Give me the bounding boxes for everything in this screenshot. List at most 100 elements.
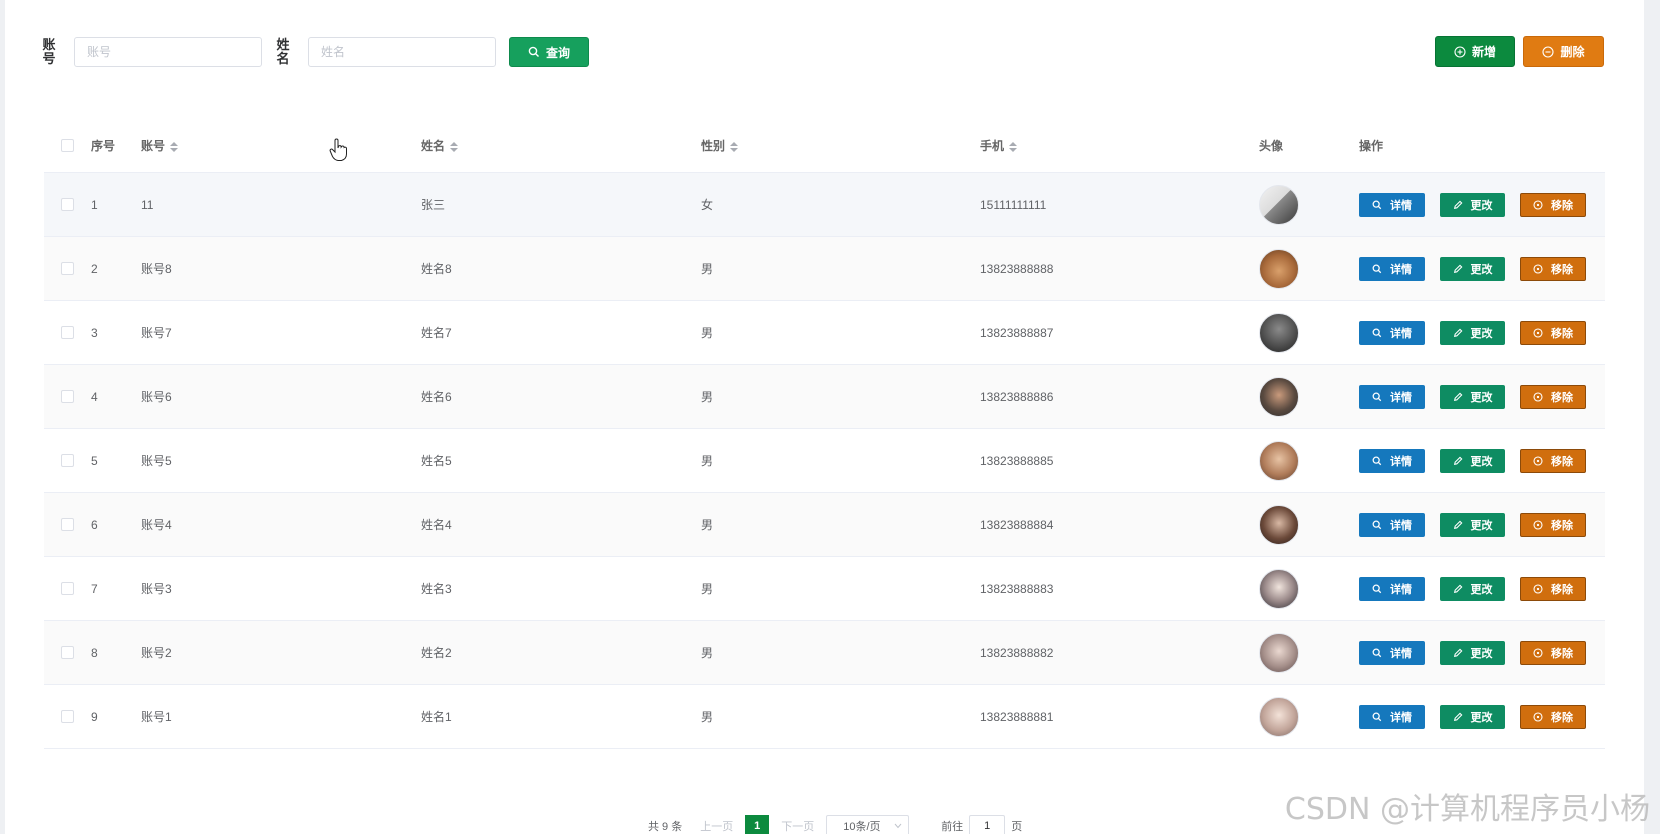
remove-button[interactable]: 移除	[1520, 256, 1586, 281]
remove-button[interactable]: 移除	[1520, 704, 1586, 729]
edit-button-label: 更改	[1470, 327, 1493, 340]
detail-button[interactable]: 详情	[1359, 320, 1425, 345]
row-phone: 13823888885	[980, 453, 1054, 468]
avatar[interactable]	[1259, 248, 1299, 289]
avatar[interactable]	[1259, 504, 1299, 545]
remove-button[interactable]: 移除	[1520, 576, 1586, 601]
watermark: CSDN @计算机程序员小杨	[1284, 792, 1650, 827]
row-gender: 男	[701, 262, 714, 276]
table-row: 3 账号7 姓名7 男 13823888887 详情 更改 移除	[44, 301, 1605, 365]
remove-button[interactable]: 移除	[1520, 512, 1586, 537]
detail-button[interactable]: 详情	[1359, 576, 1425, 601]
remove-button[interactable]: 移除	[1520, 640, 1586, 665]
row-index: 1	[91, 197, 98, 212]
edit-button[interactable]: 更改	[1440, 192, 1505, 217]
remove-button-label: 移除	[1551, 647, 1573, 660]
detail-button[interactable]: 详情	[1359, 704, 1425, 729]
row-gender: 男	[701, 518, 714, 532]
account-label: 账号	[42, 37, 56, 66]
select-all-checkbox[interactable]	[61, 139, 74, 152]
remove-circle-icon	[1533, 647, 1543, 658]
chevron-down-icon	[894, 823, 902, 829]
row-actions: 详情 更改 移除	[1359, 384, 1586, 409]
account-search-input[interactable]	[74, 37, 262, 67]
sort-caret-icon[interactable]	[450, 141, 459, 152]
edit-button-label: 更改	[1470, 199, 1493, 212]
row-account: 账号4	[141, 518, 172, 532]
edit-button[interactable]: 更改	[1440, 640, 1505, 665]
add-button[interactable]: 新增	[1435, 36, 1515, 67]
avatar[interactable]	[1259, 312, 1299, 353]
row-checkbox[interactable]	[61, 710, 74, 723]
row-phone: 15111111111	[980, 197, 1047, 212]
delete-button[interactable]: 删除	[1523, 36, 1604, 67]
sort-caret-icon[interactable]	[170, 141, 179, 152]
avatar[interactable]	[1259, 376, 1299, 417]
search-icon	[1372, 456, 1382, 465]
name-label: 姓名	[276, 37, 290, 66]
row-checkbox[interactable]	[61, 390, 74, 403]
page-size-select[interactable]: 10条/页	[826, 815, 910, 834]
remove-button-label: 移除	[1551, 583, 1573, 596]
right-scroll-gutter	[1644, 0, 1660, 834]
row-account: 账号6	[141, 390, 172, 404]
row-index: 8	[91, 645, 98, 660]
detail-button[interactable]: 详情	[1359, 448, 1425, 473]
row-checkbox[interactable]	[61, 198, 74, 211]
avatar[interactable]	[1259, 696, 1299, 737]
row-checkbox[interactable]	[61, 326, 74, 339]
remove-button[interactable]: 移除	[1520, 192, 1586, 217]
edit-button[interactable]: 更改	[1440, 576, 1505, 601]
edit-button[interactable]: 更改	[1440, 320, 1505, 345]
search-icon	[1372, 648, 1382, 657]
query-button[interactable]: 查询	[509, 37, 589, 67]
header-gender-label: 性别	[701, 139, 726, 153]
remove-button[interactable]: 移除	[1520, 320, 1586, 345]
header-account[interactable]: 账号	[141, 137, 421, 154]
edit-button-label: 更改	[1470, 583, 1493, 596]
detail-button[interactable]: 详情	[1359, 640, 1425, 665]
goto-page-input[interactable]: 1	[969, 815, 1006, 834]
next-page-button[interactable]: 下一页	[781, 818, 814, 834]
avatar[interactable]	[1259, 184, 1299, 225]
row-checkbox[interactable]	[61, 518, 74, 531]
edit-button[interactable]: 更改	[1440, 704, 1505, 729]
avatar[interactable]	[1259, 632, 1299, 673]
sort-caret-icon[interactable]	[1009, 141, 1018, 152]
search-icon	[1372, 264, 1382, 273]
detail-button[interactable]: 详情	[1359, 512, 1425, 537]
header-gender[interactable]: 性别	[701, 137, 980, 154]
row-checkbox[interactable]	[61, 262, 74, 275]
header-name[interactable]: 姓名	[421, 137, 701, 154]
edit-button[interactable]: 更改	[1440, 448, 1505, 473]
search-icon	[1372, 200, 1382, 209]
row-name: 张三	[421, 198, 446, 212]
add-button-label: 新增	[1471, 45, 1496, 59]
name-search-input[interactable]	[308, 37, 496, 67]
sort-caret-icon[interactable]	[730, 141, 739, 152]
row-index: 2	[91, 261, 98, 276]
hand-cursor-icon	[329, 138, 347, 161]
detail-button[interactable]: 详情	[1359, 192, 1425, 217]
detail-button[interactable]: 详情	[1359, 384, 1425, 409]
edit-button[interactable]: 更改	[1440, 256, 1505, 281]
search-icon	[1372, 712, 1382, 721]
prev-page-button[interactable]: 上一页	[700, 818, 733, 834]
row-gender: 男	[701, 390, 714, 404]
avatar[interactable]	[1259, 568, 1299, 609]
detail-button[interactable]: 详情	[1359, 256, 1425, 281]
row-actions: 详情 更改 移除	[1359, 256, 1586, 281]
row-checkbox[interactable]	[61, 454, 74, 467]
remove-button[interactable]: 移除	[1520, 384, 1586, 409]
table-row: 4 账号6 姓名6 男 13823888886 详情 更改 移除	[44, 365, 1605, 429]
goto-label: 前往	[941, 821, 964, 833]
header-phone[interactable]: 手机	[980, 137, 1259, 154]
row-checkbox[interactable]	[61, 646, 74, 659]
row-checkbox[interactable]	[61, 582, 74, 595]
avatar[interactable]	[1259, 440, 1299, 481]
page-number-current[interactable]: 1	[745, 815, 770, 834]
edit-button[interactable]: 更改	[1440, 384, 1505, 409]
remove-button[interactable]: 移除	[1520, 448, 1586, 473]
edit-button[interactable]: 更改	[1440, 512, 1505, 537]
pencil-icon	[1453, 584, 1462, 593]
